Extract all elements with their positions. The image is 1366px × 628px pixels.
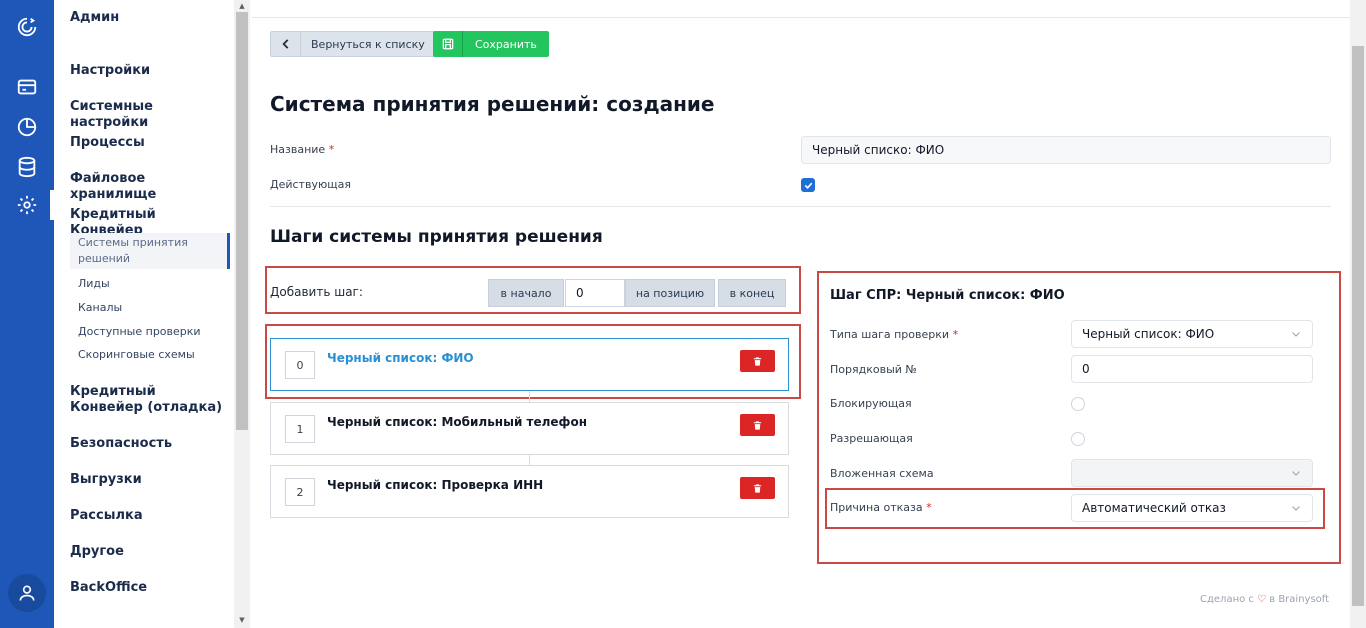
chevron-down-icon <box>1292 332 1300 337</box>
sidebar-subitem-scoring-schemes[interactable]: Скоринговые схемы <box>70 345 230 365</box>
order-label: Порядковый № <box>830 363 917 376</box>
nested-scheme-select[interactable] <box>1071 459 1313 487</box>
rejection-reason-label: Причина отказа * <box>830 501 932 514</box>
blocking-radio[interactable] <box>1071 397 1085 411</box>
blocking-label: Блокирующая <box>830 397 912 410</box>
required-marker: * <box>926 501 932 514</box>
footer-credit: Сделано с ♡ в Brainysoft <box>1200 594 1329 605</box>
step-type-label: Типа шага проверки * <box>830 328 958 341</box>
add-to-end-button[interactable]: в конец <box>718 279 786 307</box>
step-item-2[interactable]: 2 Черный список: Проверка ИНН <box>270 465 789 518</box>
user-icon <box>19 585 35 601</box>
back-to-list-button[interactable]: Вернуться к списку <box>270 31 436 57</box>
scroll-down-icon[interactable]: ▼ <box>234 614 250 626</box>
pie-chart-icon[interactable] <box>12 112 42 142</box>
active-checkbox[interactable] <box>801 178 815 192</box>
sidebar-subitem-decision-systems[interactable]: Системы принятия решений <box>70 233 230 269</box>
step-item-1[interactable]: 1 Черный список: Мобильный телефон <box>270 402 789 455</box>
sidebar-subitem-channels[interactable]: Каналы <box>70 298 230 318</box>
top-divider <box>252 17 1350 18</box>
scroll-up-icon[interactable]: ▲ <box>234 0 250 12</box>
form-divider <box>270 206 1331 207</box>
logo-icon[interactable] <box>12 12 42 42</box>
step-number: 0 <box>285 351 315 379</box>
step-type-value: Черный список: ФИО <box>1082 327 1215 341</box>
back-button-label: Вернуться к списку <box>311 37 425 51</box>
sidebar-subitem-available-checks[interactable]: Доступные проверки <box>70 322 230 342</box>
allowing-label: Разрешающая <box>830 432 913 445</box>
sidebar: Админ Настройки Системные настройки Проц… <box>54 0 234 628</box>
trash-icon <box>753 420 762 430</box>
trash-icon <box>753 356 762 366</box>
name-label: Название * <box>270 143 334 156</box>
delete-step-button[interactable] <box>740 350 775 372</box>
sidebar-item-processes[interactable]: Процессы <box>70 135 230 151</box>
sidebar-scroll-thumb[interactable] <box>236 12 248 430</box>
position-input[interactable]: 0 <box>565 279 625 307</box>
allowing-radio[interactable] <box>1071 432 1085 446</box>
step-title[interactable]: Черный список: Проверка ИНН <box>327 478 543 492</box>
order-input[interactable]: 0 <box>1071 355 1313 383</box>
sidebar-item-system-settings[interactable]: Системные настройки <box>70 99 230 131</box>
gear-icon[interactable] <box>12 190 42 220</box>
page-title: Система принятия решений: создание <box>270 92 715 116</box>
step-number: 2 <box>285 478 315 506</box>
chevron-left-icon <box>271 32 301 56</box>
rejection-reason-select[interactable]: Автоматический отказ <box>1071 494 1313 522</box>
step-type-label-text: Типа шага проверки <box>830 328 950 341</box>
delete-step-button[interactable] <box>740 414 775 436</box>
avatar[interactable] <box>8 574 46 612</box>
nested-scheme-label: Вложенная схема <box>830 467 934 480</box>
sidebar-title: Админ <box>70 10 120 25</box>
database-icon[interactable] <box>12 152 42 182</box>
sidebar-item-other[interactable]: Другое <box>70 544 230 560</box>
trash-icon <box>753 483 762 493</box>
save-button-label: Сохранить <box>475 37 537 51</box>
main-content: Вернуться к списку Сохранить Система при… <box>252 0 1350 628</box>
steps-section-title: Шаги системы принятия решения <box>270 227 603 247</box>
sidebar-item-exports[interactable]: Выгрузки <box>70 472 230 488</box>
panel-title: Шаг СПР: Черный список: ФИО <box>830 288 1065 303</box>
chevron-down-icon <box>1292 471 1300 476</box>
sidebar-item-file-storage[interactable]: Файловое хранилище <box>70 171 230 203</box>
name-input[interactable]: Черный списко: ФИО <box>801 136 1331 164</box>
name-label-text: Название <box>270 143 326 156</box>
step-type-select[interactable]: Черный список: ФИО <box>1071 320 1313 348</box>
active-label: Действующая <box>270 178 351 191</box>
step-item-0[interactable]: 0 Черный список: ФИО <box>270 338 789 391</box>
card-icon[interactable] <box>12 72 42 102</box>
chevron-down-icon <box>1292 506 1300 511</box>
save-icon <box>433 31 463 57</box>
required-marker: * <box>328 143 335 156</box>
rejection-reason-label-text: Причина отказа <box>830 501 923 514</box>
sidebar-item-settings[interactable]: Настройки <box>70 63 230 79</box>
add-at-position-button[interactable]: на позицию <box>625 279 715 307</box>
check-icon <box>804 182 812 189</box>
required-marker: * <box>952 328 959 341</box>
sidebar-item-credit-conveyor-debug[interactable]: Кредитный Конвейер (отладка) <box>70 384 230 416</box>
step-number: 1 <box>285 415 315 443</box>
sidebar-subitem-leads[interactable]: Лиды <box>70 274 230 294</box>
save-button[interactable]: Сохранить <box>433 31 549 57</box>
icon-rail <box>0 0 54 628</box>
step-title[interactable]: Черный список: ФИО <box>327 351 474 365</box>
step-title[interactable]: Черный список: Мобильный телефон <box>327 415 587 429</box>
add-to-start-button[interactable]: в начало <box>488 279 564 307</box>
sidebar-item-security[interactable]: Безопасность <box>70 436 230 452</box>
page-scroll-thumb[interactable] <box>1352 46 1364 606</box>
footer-text: Сделано с <box>1200 594 1254 605</box>
page-scrollbar[interactable] <box>1350 0 1366 628</box>
sidebar-item-mailing[interactable]: Рассылка <box>70 508 230 524</box>
rejection-reason-value: Автоматический отказ <box>1082 501 1226 515</box>
footer-brand: в Brainysoft <box>1269 594 1330 605</box>
delete-step-button[interactable] <box>740 477 775 499</box>
add-step-label: Добавить шаг: <box>270 285 363 299</box>
sidebar-item-backoffice[interactable]: BackOffice <box>70 580 230 596</box>
heart-icon: ♡ <box>1257 594 1267 605</box>
